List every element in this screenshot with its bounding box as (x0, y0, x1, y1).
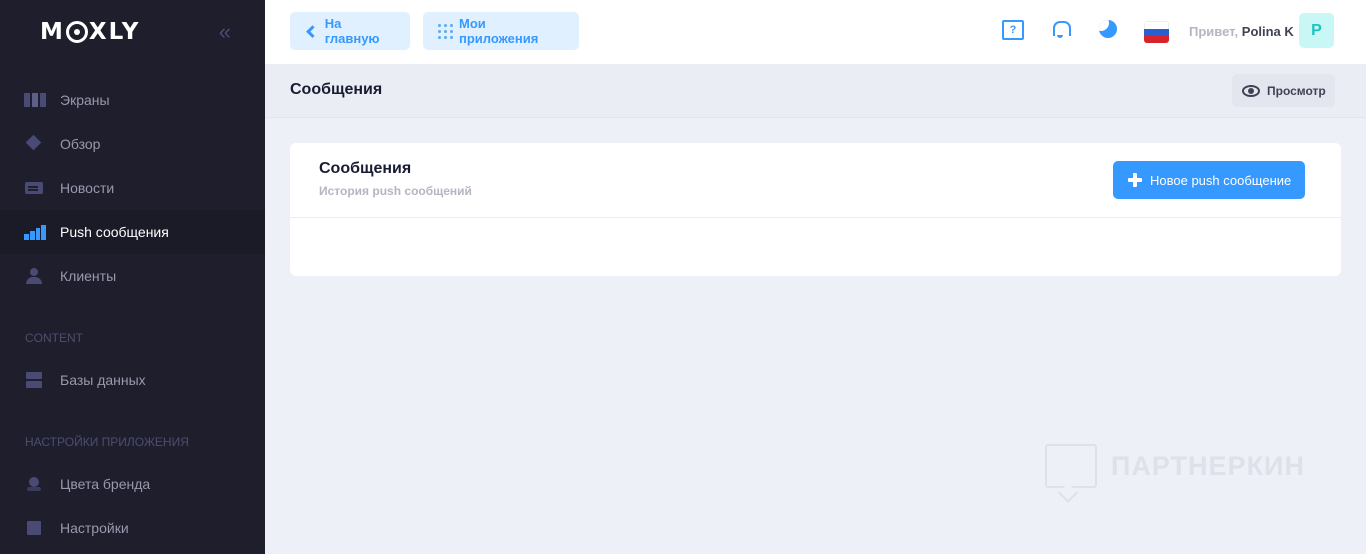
home-button-label: На главную (324, 16, 380, 46)
user-greeting[interactable]: Привет, Polina K (1189, 24, 1294, 39)
new-push-message-label: Новое push сообщение (1150, 172, 1292, 188)
sidebar-item-label: Новости (60, 180, 115, 196)
sidebar-item-databases[interactable]: Базы данных (0, 358, 265, 402)
screens-icon (24, 92, 46, 108)
sidebar-item-brand-colors[interactable]: Цвета бренда (0, 462, 265, 506)
sidebar-item-label: Цвета бренда (60, 476, 151, 492)
user-name: Polina K (1241, 24, 1294, 39)
palette-icon (24, 476, 46, 492)
my-apps-button[interactable]: Мои приложения (423, 12, 579, 50)
russia-flag-icon[interactable] (1144, 21, 1169, 43)
avatar[interactable]: P (1299, 13, 1334, 48)
bell-icon[interactable] (1052, 20, 1071, 38)
database-icon (24, 372, 46, 388)
preview-button-label: Просмотр (1267, 83, 1326, 98)
sidebar-item-label: Клиенты (60, 268, 117, 284)
chevron-left-icon (306, 24, 319, 38)
watermark: ПАРТНЕРКИН (1045, 444, 1305, 488)
home-button[interactable]: На главную (290, 12, 410, 50)
settings-icon (24, 520, 46, 536)
logo-mark-icon (65, 21, 88, 43)
sidebar-item-label: Push сообщения (60, 224, 169, 240)
bar-chart-icon (24, 224, 46, 240)
moxly-logo[interactable]: M XLY (40, 19, 140, 45)
section-label-app-settings: НАСТРОЙКИ ПРИЛОЖЕНИЯ (25, 435, 189, 449)
preview-button[interactable]: Просмотр (1232, 74, 1335, 107)
messages-card: Сообщения История push сообщений Новое p… (290, 143, 1341, 276)
section-label-content: CONTENT (25, 331, 83, 345)
moon-icon[interactable] (1099, 20, 1117, 38)
sidebar-item-push-messages[interactable]: Push сообщения (0, 210, 265, 254)
new-push-message-button[interactable]: Новое push сообщение (1113, 161, 1305, 199)
sidebar-nav: Экраны Обзор Новости Push сообщения Клие… (0, 78, 265, 550)
my-apps-button-label: Мои приложения (459, 16, 539, 46)
sidebar-item-settings[interactable]: Настройки (0, 506, 265, 550)
card-header: Сообщения История push сообщений Новое p… (290, 143, 1341, 218)
card-subtitle: История push сообщений (319, 184, 472, 198)
logo-row: M XLY « (0, 0, 265, 64)
eye-icon (1242, 84, 1260, 97)
help-icon[interactable]: ? (1002, 20, 1024, 40)
sidebar-item-clients[interactable]: Клиенты (0, 254, 265, 298)
collapse-sidebar-icon[interactable]: « (219, 21, 231, 43)
greeting-text: Привет, (1189, 24, 1239, 39)
sidebar-item-overview[interactable]: Обзор (0, 122, 265, 166)
sidebar-item-label: Экраны (60, 92, 110, 108)
watermark-logo-icon (1045, 444, 1097, 488)
sidebar-item-label: Базы данных (60, 372, 146, 388)
diamond-icon (24, 136, 46, 152)
top-header: На главную Мои приложения ? Привет, Poli… (265, 0, 1366, 64)
watermark-text: ПАРТНЕРКИН (1111, 450, 1305, 481)
sidebar-item-news[interactable]: Новости (0, 166, 265, 210)
news-icon (24, 180, 46, 196)
page-title: Сообщения (290, 81, 383, 98)
card-title: Сообщения (319, 160, 412, 177)
sidebar: M XLY « Экраны Обзор Новости Push сообщен… (0, 0, 265, 554)
user-icon (24, 268, 46, 284)
sidebar-item-label: Настройки (60, 520, 129, 536)
subheader: Сообщения Просмотр (265, 64, 1366, 118)
sidebar-item-screens[interactable]: Экраны (0, 78, 265, 122)
grid-dots-icon (438, 23, 453, 39)
sidebar-item-label: Обзор (60, 136, 101, 152)
plus-icon (1128, 173, 1142, 187)
